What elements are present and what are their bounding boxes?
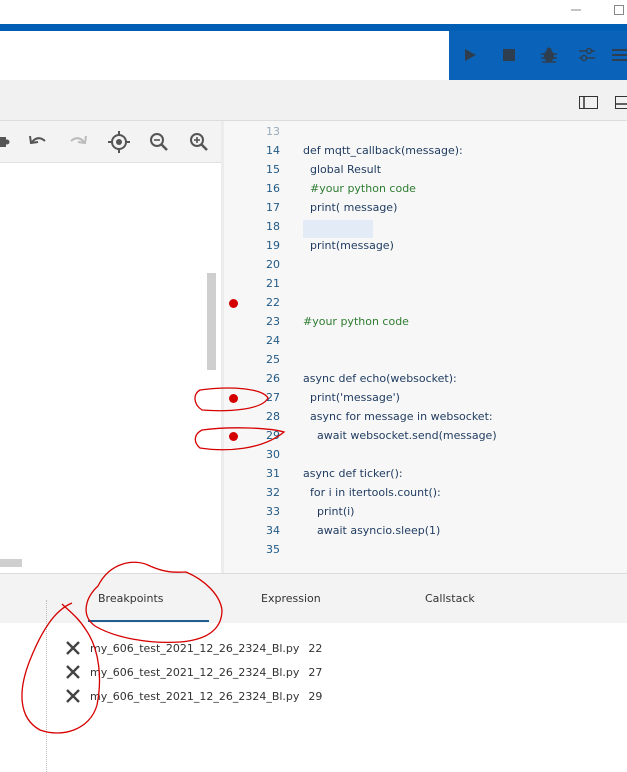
red-annotation-marks: [21, 387, 286, 734]
